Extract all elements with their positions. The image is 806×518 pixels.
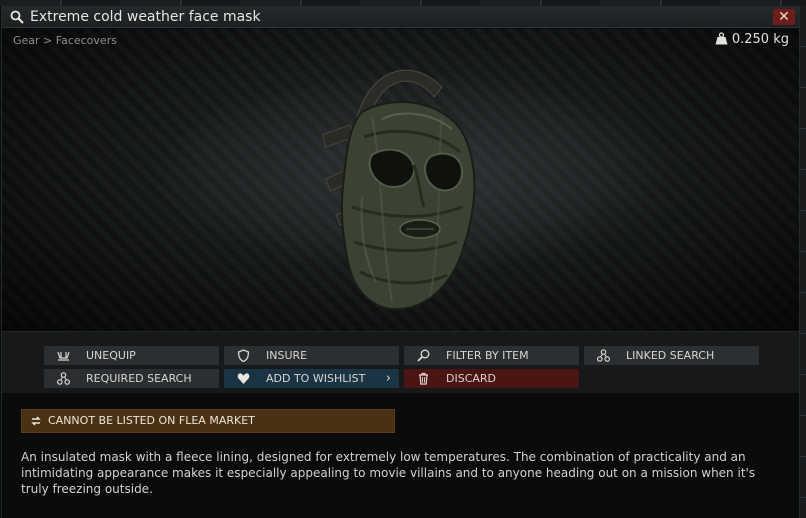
weight-value: 0.250 kg bbox=[731, 32, 789, 47]
required-search-icon bbox=[57, 372, 70, 385]
flea-market-notice: CANNOT BE LISTED ON FLEA MARKET bbox=[21, 409, 395, 433]
filter-by-item-button[interactable]: FILTER BY ITEM bbox=[404, 346, 579, 365]
window-title: Extreme cold weather face mask bbox=[30, 9, 261, 25]
add-to-wishlist-label: ADD TO WISHLIST bbox=[266, 372, 366, 385]
linked-search-icon bbox=[597, 349, 610, 362]
item-description: An insulated mask with a fleece lining, … bbox=[21, 450, 756, 496]
item-inspect-window: Extreme cold weather face mask ✕ Gear > … bbox=[1, 6, 800, 518]
swap-icon bbox=[31, 416, 41, 426]
background-inventory-edge bbox=[800, 6, 806, 518]
item-weight: 0.250 kg bbox=[715, 32, 789, 47]
discard-label: DISCARD bbox=[446, 372, 497, 385]
flea-market-label: CANNOT BE LISTED ON FLEA MARKET bbox=[48, 414, 255, 427]
unequip-label: UNEQUIP bbox=[86, 349, 136, 362]
heart-icon bbox=[237, 373, 250, 384]
shield-icon bbox=[237, 349, 250, 362]
filter-by-item-label: FILTER BY ITEM bbox=[446, 349, 529, 362]
required-search-label: REQUIRED SEARCH bbox=[86, 372, 192, 385]
item-actions-panel: UNEQUIP INSURE FILTER BY ITEM LINKED SEA… bbox=[2, 331, 799, 393]
magnifier-icon bbox=[417, 349, 430, 362]
insure-button[interactable]: INSURE bbox=[224, 346, 399, 365]
face-mask-image bbox=[321, 69, 476, 311]
breadcrumb: Gear > Facecovers bbox=[13, 34, 117, 47]
discard-button[interactable]: DISCARD bbox=[404, 369, 579, 388]
linked-search-button[interactable]: LINKED SEARCH bbox=[584, 346, 759, 365]
linked-search-label: LINKED SEARCH bbox=[626, 349, 715, 362]
search-icon bbox=[10, 10, 24, 24]
weight-icon bbox=[715, 32, 728, 45]
title-bar[interactable]: Extreme cold weather face mask ✕ bbox=[2, 6, 799, 28]
required-search-button[interactable]: REQUIRED SEARCH bbox=[44, 369, 219, 388]
insure-label: INSURE bbox=[266, 349, 308, 362]
add-to-wishlist-button[interactable]: ADD TO WISHLIST › bbox=[224, 369, 399, 388]
chevron-right-icon: › bbox=[385, 371, 391, 386]
close-button[interactable]: ✕ bbox=[773, 9, 795, 25]
item-preview[interactable]: Gear > Facecovers 0.250 kg bbox=[2, 29, 799, 331]
unequip-button[interactable]: UNEQUIP bbox=[44, 346, 219, 365]
trash-icon bbox=[419, 372, 428, 385]
unequip-icon bbox=[57, 351, 70, 361]
